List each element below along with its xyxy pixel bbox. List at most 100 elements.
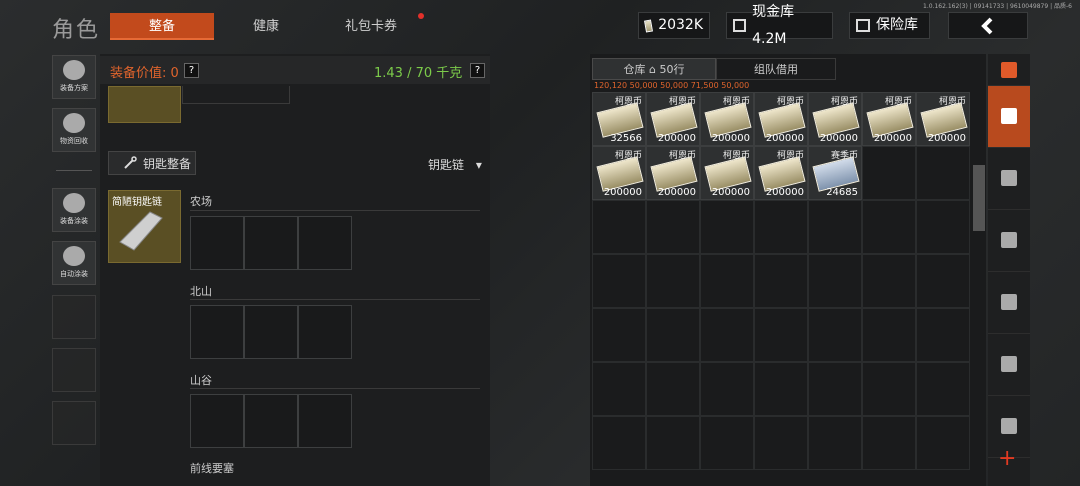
add-icon[interactable]: + — [998, 446, 1016, 471]
empty-cell[interactable] — [862, 254, 916, 308]
key-slot[interactable] — [298, 305, 352, 359]
tab-gift-cards[interactable]: 礼包卡券 — [330, 13, 412, 40]
back-button[interactable] — [948, 12, 1028, 39]
empty-cell[interactable] — [754, 362, 808, 416]
help-icon[interactable]: ? — [470, 63, 485, 78]
empty-cell[interactable] — [862, 146, 916, 200]
warehouse-item[interactable]: 柯恩币 200000 — [646, 92, 700, 146]
tab-health[interactable]: 健康 — [226, 13, 306, 40]
item-count: 200000 — [603, 187, 642, 198]
empty-cell[interactable] — [700, 200, 754, 254]
empty-cell[interactable] — [592, 308, 646, 362]
vest-icon — [1001, 170, 1017, 186]
empty-cell[interactable] — [862, 362, 916, 416]
warehouse-item[interactable]: 柯恩币 200000 — [916, 92, 970, 146]
safe-icon — [856, 19, 870, 32]
tab-team-borrow[interactable]: 组队借用 — [716, 58, 836, 80]
empty-cell[interactable] — [808, 308, 862, 362]
empty-cell[interactable] — [754, 416, 808, 470]
empty-cell[interactable] — [646, 416, 700, 470]
item-count: 200000 — [711, 133, 750, 144]
tab-loadout[interactable]: 整备 — [110, 13, 214, 40]
empty-cell[interactable] — [700, 254, 754, 308]
warehouse-item[interactable]: 柯恩币 200000 — [646, 146, 700, 200]
empty-cell[interactable] — [916, 200, 970, 254]
key-slot[interactable] — [190, 216, 244, 270]
empty-slot — [52, 348, 96, 392]
warehouse-item[interactable]: 赛季币 24685 — [808, 146, 862, 200]
empty-cell[interactable] — [916, 308, 970, 362]
item-count: 200000 — [657, 133, 696, 144]
key-loadout-label: 钥匙整备 — [143, 156, 192, 171]
empty-cell[interactable] — [862, 200, 916, 254]
warehouse-item[interactable]: 柯恩币 200000 — [862, 92, 916, 146]
stack-button[interactable] — [988, 54, 1030, 86]
key-slot[interactable] — [298, 216, 352, 270]
empty-cell[interactable] — [592, 254, 646, 308]
warehouse-item[interactable]: 柯恩币 32566 — [592, 92, 646, 146]
loadout-plan-button[interactable]: 装备方案 — [52, 55, 96, 99]
key-slot[interactable] — [244, 216, 298, 270]
warehouse-item[interactable]: 柯恩币 200000 — [700, 146, 754, 200]
key-slot[interactable] — [190, 305, 244, 359]
auto-paint-button[interactable]: 自动涂装 — [52, 241, 96, 285]
empty-cell[interactable] — [592, 200, 646, 254]
paint-button[interactable]: 装备涂装 — [52, 188, 96, 232]
key-slot[interactable] — [244, 305, 298, 359]
warehouse-grid: 柯恩币 32566 柯恩币 200000 柯恩币 200000 柯恩币 200000 柯恩币 20… — [592, 92, 970, 482]
empty-cell[interactable] — [646, 362, 700, 416]
money-display[interactable]: 2032K — [638, 12, 710, 39]
empty-cell[interactable] — [700, 416, 754, 470]
empty-cell[interactable] — [862, 308, 916, 362]
item-count: 200000 — [765, 187, 804, 198]
key-slot[interactable] — [298, 394, 352, 448]
empty-cell[interactable] — [754, 200, 808, 254]
warehouse-item[interactable]: 柯恩币 200000 — [754, 146, 808, 200]
safe-button[interactable]: 保险库 — [849, 12, 930, 39]
empty-cell[interactable] — [754, 308, 808, 362]
empty-cell[interactable] — [916, 254, 970, 308]
empty-cell[interactable] — [754, 254, 808, 308]
warehouse-item[interactable]: 柯恩币 200000 — [592, 146, 646, 200]
empty-cell[interactable] — [646, 254, 700, 308]
empty-cell[interactable] — [592, 362, 646, 416]
empty-cell[interactable] — [808, 362, 862, 416]
help-icon[interactable]: ? — [184, 63, 199, 78]
scrollbar[interactable] — [973, 165, 985, 231]
empty-cell[interactable] — [700, 362, 754, 416]
tab-warehouse[interactable]: 仓库 ⌂ 50行 — [592, 58, 716, 80]
empty-cell[interactable] — [916, 416, 970, 470]
keychain-dropdown[interactable]: 钥匙链 ▾ — [428, 156, 482, 173]
category-armor[interactable] — [988, 148, 1030, 210]
key-loadout-button[interactable]: 钥匙整备 — [108, 151, 196, 175]
key-slot[interactable] — [244, 394, 298, 448]
empty-cell[interactable] — [808, 416, 862, 470]
category-weapon[interactable] — [988, 210, 1030, 272]
empty-cell[interactable] — [646, 200, 700, 254]
empty-cell[interactable] — [916, 362, 970, 416]
item-count: 200000 — [765, 133, 804, 144]
empty-slot — [52, 295, 96, 339]
item-name: 赛季币 — [830, 151, 858, 161]
item-name: 柯恩币 — [884, 97, 912, 107]
helmet-icon — [63, 60, 85, 80]
empty-cell[interactable] — [808, 200, 862, 254]
cash-vault-button[interactable]: 现金库 4.2M — [726, 4, 833, 47]
category-ammo[interactable] — [988, 334, 1030, 396]
warehouse-item[interactable]: 柯恩币 200000 — [754, 92, 808, 146]
warehouse-item[interactable]: 柯恩币 200000 — [700, 92, 754, 146]
empty-cell[interactable] — [862, 416, 916, 470]
empty-cell[interactable] — [646, 308, 700, 362]
equipped-item[interactable] — [108, 86, 181, 123]
key-slot[interactable] — [190, 394, 244, 448]
category-magazine[interactable] — [988, 272, 1030, 334]
weight-display: 1.43 / 70 千克 — [374, 66, 463, 81]
recycle-button[interactable]: 物资回收 — [52, 108, 96, 152]
category-all[interactable] — [988, 86, 1030, 148]
empty-cell[interactable] — [916, 146, 970, 200]
empty-cell[interactable] — [808, 254, 862, 308]
divider — [190, 210, 480, 211]
warehouse-item[interactable]: 柯恩币 200000 — [808, 92, 862, 146]
empty-cell[interactable] — [592, 416, 646, 470]
empty-cell[interactable] — [700, 308, 754, 362]
